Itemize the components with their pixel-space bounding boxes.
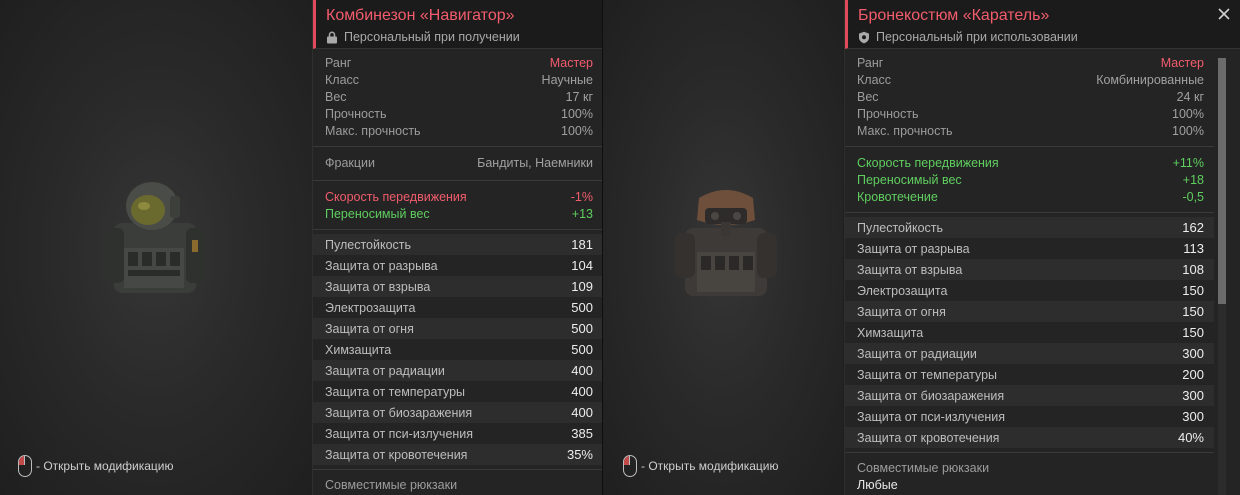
stat-row: Химзащита 150 xyxy=(857,325,1204,340)
modifier-row-speed: Скорость передвижения -1% xyxy=(325,190,593,204)
compatible-backpacks: Совместимые рюкзаки Любые xyxy=(845,453,1214,495)
stat-row: Защита от взрыва 108 xyxy=(845,259,1214,280)
compat-label: Совместимые рюкзаки xyxy=(857,461,990,475)
stat-row: Защита от температуры 200 xyxy=(857,367,1204,382)
stat-row-durability: Прочность 100% xyxy=(857,107,1204,121)
stat-row: Защита от огня 150 xyxy=(845,301,1214,322)
item-view-right: - Открыть модификацию Бронекостюм «Карат… xyxy=(603,0,1240,495)
stat-row: Электрозащита 150 xyxy=(857,283,1204,298)
mouse-left-click-icon xyxy=(18,455,32,477)
stat-row: Защита от разрыва 104 xyxy=(325,258,593,273)
stat-row-weight: Вес 24 кг xyxy=(857,90,1204,104)
stat-row: Электрозащита 500 xyxy=(325,300,593,315)
open-modification-hint[interactable]: - Открыть модификацию xyxy=(18,455,174,477)
item-title: Бронекостюм «Каратель» xyxy=(858,7,1050,24)
stat-row-durability: Прочность 100% xyxy=(325,107,593,121)
compatible-backpacks: Совместимые рюкзаки xyxy=(313,470,603,495)
stat-row-rank: Ранг Мастер xyxy=(325,56,593,70)
item-info-panel-right: Бронекостюм «Каратель» Персональный при … xyxy=(844,0,1240,495)
stat-row-weight: Вес 17 кг xyxy=(325,90,593,104)
base-stats: Ранг Мастер Класс Комбинированные Вес 24 кг… xyxy=(845,49,1214,147)
stat-row: Пулестойкость 162 xyxy=(845,217,1214,238)
binding-label: Персональный при получении xyxy=(344,30,520,44)
armor-punisher-image xyxy=(675,190,777,296)
panel-header: Бронекостюм «Каратель» Персональный при … xyxy=(845,0,1240,49)
stat-row: Защита от пси-излучения 385 xyxy=(325,426,593,441)
item-preview-right xyxy=(603,0,843,495)
panel-scroll-content: Ранг Мастер Класс Комбинированные Вес 24 кг… xyxy=(845,49,1214,495)
modifier-row-carry-weight: Переносимый вес +13 xyxy=(325,207,593,221)
stat-row-max-durability: Макс. прочность 100% xyxy=(857,124,1204,138)
item-info-panel-left: Комбинезон «Навигатор» Персональный при … xyxy=(312,0,603,495)
close-icon[interactable] xyxy=(1216,6,1232,22)
hint-label: - Открыть модификацию xyxy=(641,459,779,473)
item-title: Комбинезон «Навигатор» xyxy=(326,7,515,24)
mouse-left-click-icon xyxy=(623,455,637,477)
scrollbar-thumb[interactable] xyxy=(1218,58,1226,304)
panel-header: Комбинезон «Навигатор» Персональный при … xyxy=(313,0,603,49)
stat-row: Пулестойкость 181 xyxy=(313,234,603,255)
protection-stats: Пулестойкость 181 Защита от разрыва 104 За… xyxy=(313,230,603,470)
base-stats: Ранг Мастер Класс Научные Вес 17 кг Прочнос… xyxy=(313,49,603,147)
stat-row: Защита от биозаражения 400 xyxy=(313,402,603,423)
stat-row: Защита от кровотечения 35% xyxy=(313,444,603,465)
stat-row-factions: Фракции Бандиты, Наемники xyxy=(325,156,593,170)
stat-row-class: Класс Комбинированные xyxy=(857,73,1204,87)
binding-info: Персональный при получении xyxy=(326,30,603,44)
protection-stats: Пулестойкость 162 Защита от разрыва 113 За… xyxy=(845,213,1214,453)
modifiers-section: Скорость передвижения +11% Переносимый ве… xyxy=(845,147,1214,213)
compat-label: Совместимые рюкзаки xyxy=(325,478,458,492)
hint-label: - Открыть модификацию xyxy=(36,459,174,473)
stat-row: Защита от биозаражения 300 xyxy=(845,385,1214,406)
stat-row: Химзащита 500 xyxy=(325,342,593,357)
stat-row: Защита от пси-излучения 300 xyxy=(857,409,1204,424)
stat-row-class: Класс Научные xyxy=(325,73,593,87)
modifier-row-bleeding: Кровотечение -0,5 xyxy=(857,190,1204,204)
suit-navigator-image xyxy=(106,182,204,293)
stat-row-max-durability: Макс. прочность 100% xyxy=(325,124,593,138)
stat-row: Защита от температуры 400 xyxy=(325,384,593,399)
compat-value: Любые xyxy=(857,478,898,492)
open-modification-hint[interactable]: - Открыть модификацию xyxy=(623,455,779,477)
scrollbar[interactable] xyxy=(1218,58,1226,495)
stat-row: Защита от огня 500 xyxy=(313,318,603,339)
binding-info: Персональный при использовании xyxy=(858,30,1240,44)
factions-section: Фракции Бандиты, Наемники xyxy=(313,147,603,181)
binding-label: Персональный при использовании xyxy=(876,30,1078,44)
modifiers-section: Скорость передвижения -1% Переносимый вес… xyxy=(313,181,603,230)
item-preview-left xyxy=(0,0,312,495)
item-view-left: - Открыть модификацию Комбинезон «Навига… xyxy=(0,0,620,495)
stat-row: Защита от разрыва 113 xyxy=(857,241,1204,256)
stat-row-rank: Ранг Мастер xyxy=(857,56,1204,70)
stat-row: Защита от радиации 300 xyxy=(845,343,1214,364)
shield-icon xyxy=(859,31,869,43)
modifier-row-speed: Скорость передвижения +11% xyxy=(857,156,1204,170)
stat-row: Защита от взрыва 109 xyxy=(313,276,603,297)
lock-icon xyxy=(327,31,337,43)
stat-row: Защита от радиации 400 xyxy=(313,360,603,381)
modifier-row-carry-weight: Переносимый вес +18 xyxy=(857,173,1204,187)
stat-row: Защита от кровотечения 40% xyxy=(845,427,1214,448)
